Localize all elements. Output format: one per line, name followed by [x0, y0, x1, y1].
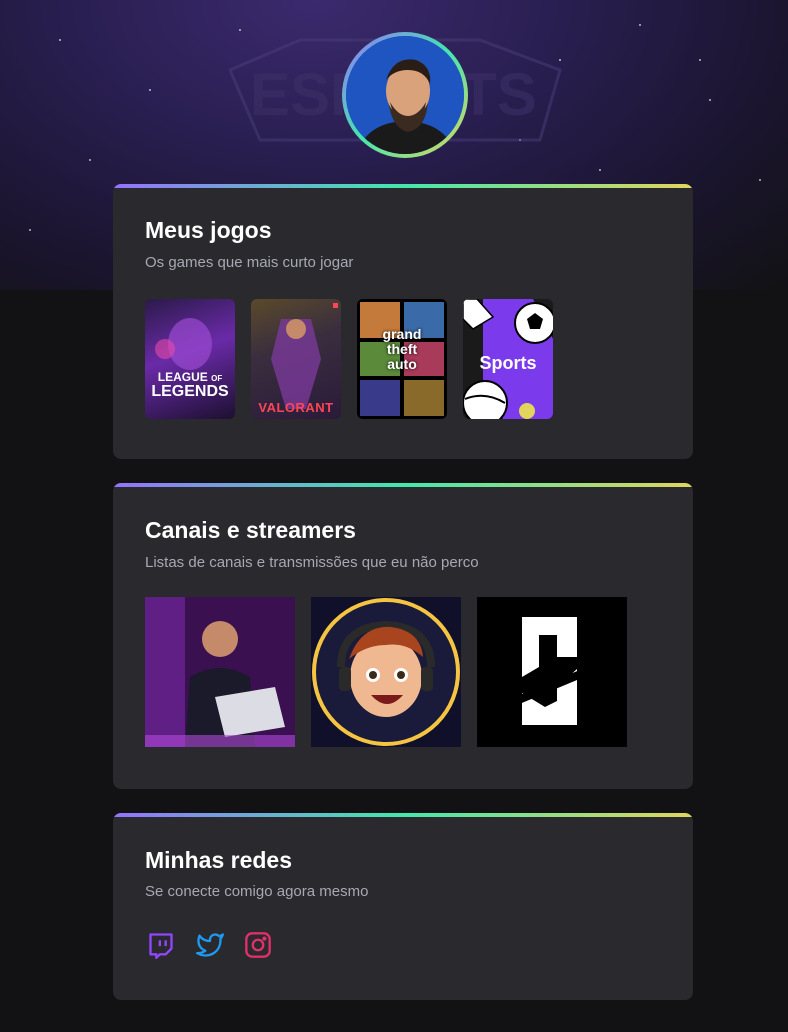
game-league-of-legends[interactable]: LEAGUE OF LEGENDS [145, 299, 235, 419]
profile-avatar[interactable] [342, 32, 468, 158]
game-label: Sports [479, 353, 537, 373]
networks-subtitle: Se conecte comigo agora mesmo [145, 883, 369, 900]
game-label-line: theft [386, 341, 418, 357]
game-gta[interactable]: grand theft auto [357, 299, 447, 419]
channel-logo-icon[interactable] [477, 597, 627, 747]
streamers-title: Canais e streamers [145, 517, 356, 543]
games-card: Meus jogos Os games que mais curto jogar… [113, 184, 693, 459]
profile-photo-icon [346, 36, 464, 154]
streamer-photo-icon[interactable] [145, 597, 295, 747]
games-subtitle: Os games que mais curto jogar [145, 254, 354, 271]
games-title: Meus jogos [145, 217, 272, 243]
league-art-icon [155, 318, 212, 370]
networks-card: Minhas redes Se conecte comigo agora mes… [113, 813, 693, 1000]
twitter-icon[interactable] [196, 931, 224, 959]
game-label-line: auto [387, 356, 417, 372]
streamers-subtitle: Listas de canais e transmissões que eu n… [145, 554, 479, 571]
game-label-line: LEGENDS [151, 383, 229, 400]
cartoon-avatar-icon[interactable] [311, 597, 461, 747]
networks-title: Minhas redes [145, 847, 292, 873]
game-valorant[interactable]: VALORANT [251, 299, 341, 419]
game-label: VALORANT [258, 400, 334, 415]
game-label-line: LEAGUE [157, 370, 208, 384]
instagram-icon[interactable] [244, 931, 272, 959]
game-label-line: grand [382, 326, 422, 342]
game-sports[interactable]: Sports [463, 299, 553, 419]
streamers-card: Canais e streamers Listas de canais e tr… [113, 483, 693, 789]
game-label-line: OF [211, 374, 223, 383]
twitch-icon[interactable] [147, 931, 175, 959]
